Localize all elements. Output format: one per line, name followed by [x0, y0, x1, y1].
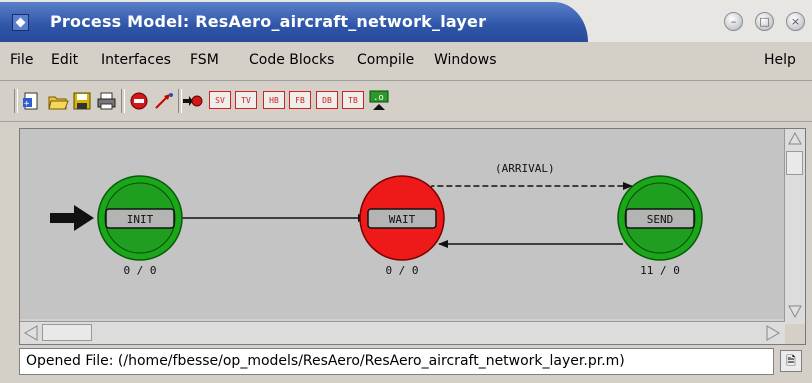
title-bar[interactable]: Process Model: ResAero_aircraft_network_… [0, 0, 812, 42]
menu-code-blocks[interactable]: Code Blocks [249, 52, 334, 68]
window-title: Process Model: ResAero_aircraft_network_… [50, 12, 487, 31]
horizontal-scroll-thumb[interactable] [42, 324, 92, 341]
scroll-down-icon[interactable] [785, 301, 805, 321]
tb-button[interactable]: TB [342, 91, 364, 109]
initial-state-arrow [50, 205, 94, 231]
vertical-scroll-thumb[interactable] [786, 151, 803, 175]
tv-button[interactable]: TV [235, 91, 257, 109]
compile-icon[interactable]: .o [368, 90, 390, 111]
title-tab[interactable]: Process Model: ResAero_aircraft_network_… [0, 2, 588, 42]
fb-button[interactable]: FB [289, 91, 311, 109]
scroll-right-icon[interactable] [762, 323, 782, 343]
toolbar-grip [14, 89, 18, 113]
state-wait[interactable]: WAIT [359, 175, 445, 261]
status-bar: Opened File: (/home/fbesse/op_models/Res… [19, 348, 774, 375]
scroll-up-icon[interactable] [785, 129, 805, 149]
state-send-counts: 11 / 0 [640, 264, 680, 277]
scroll-left-icon[interactable] [22, 323, 42, 343]
menu-fsm[interactable]: FSM [190, 52, 219, 68]
status-document-icon[interactable]: 🗎 [780, 350, 802, 372]
vertical-scrollbar[interactable] [784, 129, 805, 324]
svg-text:+: + [24, 99, 30, 109]
state-init[interactable]: INIT [97, 175, 183, 261]
toolbar: + SV TV HB FB DB TB .o [0, 81, 812, 122]
state-wait-label: WAIT [389, 213, 416, 226]
create-transition-icon[interactable] [153, 91, 175, 111]
transition-wait-to-send[interactable]: (ARRIVAL) [429, 162, 633, 190]
menu-edit[interactable]: Edit [51, 52, 78, 68]
minimize-button[interactable]: – [724, 12, 743, 31]
state-init-label: INIT [127, 213, 154, 226]
state-wait-counts: 0 / 0 [385, 264, 418, 277]
save-disk-icon[interactable] [72, 91, 92, 111]
horizontal-scrollbar[interactable] [20, 321, 785, 344]
menu-windows[interactable]: Windows [434, 52, 497, 68]
toolbar-separator [121, 89, 125, 113]
process-model-window: Process Model: ResAero_aircraft_network_… [0, 0, 812, 383]
hb-button[interactable]: HB [263, 91, 285, 109]
app-icon[interactable] [12, 14, 29, 31]
compile-icon-label: .o [373, 93, 384, 103]
transition-condition-label: (ARRIVAL) [495, 162, 555, 175]
menu-file[interactable]: File [10, 52, 33, 68]
state-send[interactable]: SEND [617, 175, 703, 261]
sv-button[interactable]: SV [209, 91, 231, 109]
close-button[interactable]: × [786, 12, 805, 31]
menu-compile[interactable]: Compile [357, 52, 414, 68]
state-send-label: SEND [647, 213, 674, 226]
fsm-canvas[interactable]: (ARRIVAL) INIT 0 / 0 WAIT 0 / 0 SEND 11 … [20, 129, 785, 319]
open-folder-icon[interactable] [47, 91, 69, 111]
menu-bar: File Edit Interfaces FSM Code Blocks Com… [0, 42, 812, 81]
state-init-counts: 0 / 0 [123, 264, 156, 277]
print-icon[interactable] [96, 91, 118, 111]
menu-help[interactable]: Help [764, 52, 796, 68]
new-icon[interactable]: + [22, 91, 42, 111]
db-button[interactable]: DB [316, 91, 338, 109]
stop-icon[interactable] [129, 91, 149, 111]
fsm-editor-frame: (ARRIVAL) INIT 0 / 0 WAIT 0 / 0 SEND 11 … [19, 128, 806, 345]
menu-interfaces[interactable]: Interfaces [101, 52, 171, 68]
set-initial-state-icon[interactable] [182, 91, 204, 111]
maximize-button[interactable]: □ [755, 12, 774, 31]
